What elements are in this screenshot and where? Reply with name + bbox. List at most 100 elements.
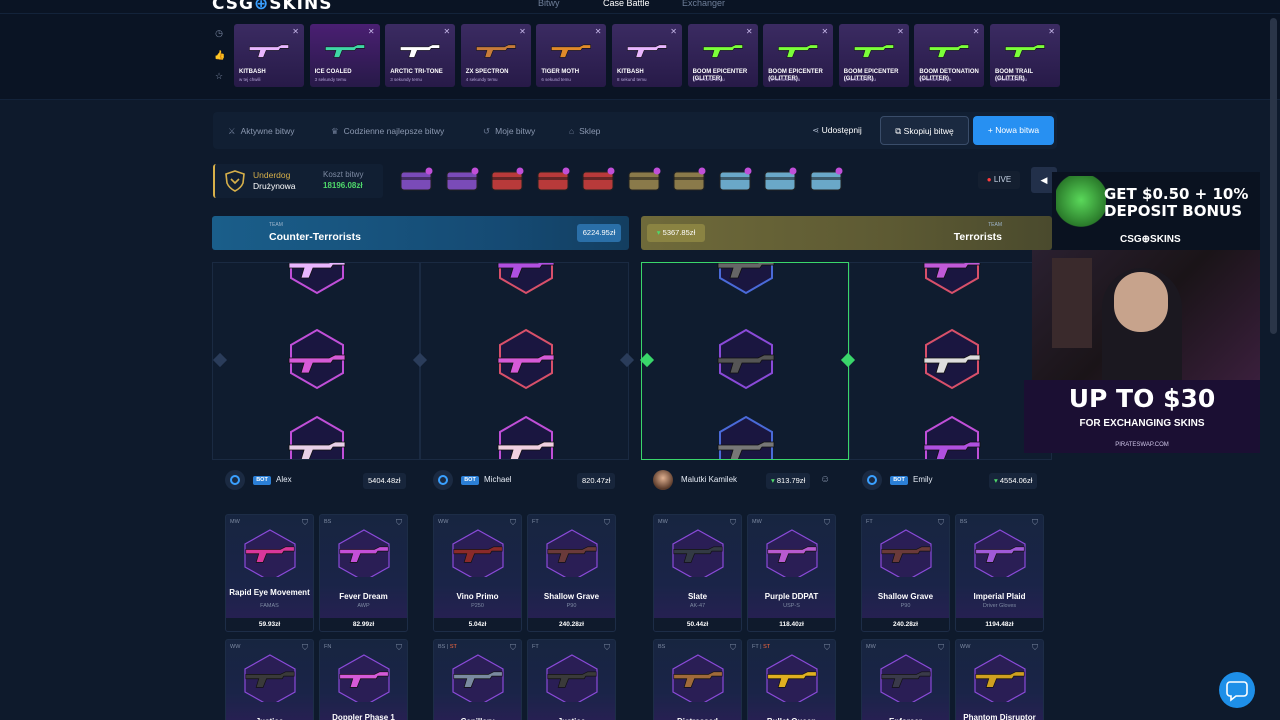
close-icon[interactable]: ✕	[897, 27, 904, 36]
item-image	[970, 652, 1030, 707]
close-icon[interactable]: ✕	[595, 27, 602, 36]
feed-card[interactable]: ✕ BOOM EPICENTER (GLITTER) 10 sekund temu	[763, 24, 834, 87]
case-icon[interactable]	[398, 166, 434, 194]
promo-deposit-banner[interactable]: GET $0.50 + 10% DEPOSIT BONUS CSG⊕SKINS	[1052, 172, 1260, 250]
item-price: 5.04zł	[434, 618, 521, 631]
feed-card[interactable]: ✕ KITBASH w tej chwili	[234, 24, 304, 87]
clock-icon[interactable]: ◷	[214, 28, 224, 38]
page-scrollbar[interactable]	[1270, 18, 1277, 334]
shield-icon: ⛉	[604, 518, 610, 527]
background-decor	[1052, 258, 1092, 348]
item-weapon-image	[878, 539, 934, 567]
battle-cost-label: Koszt bitwy	[323, 170, 364, 179]
player-name: Malutki Kamilek	[681, 475, 738, 484]
case-icon[interactable]	[717, 166, 753, 194]
feed-item-time: 6 sekund temu	[541, 77, 571, 82]
star-icon[interactable]: ☆	[214, 71, 224, 81]
item-condition: WW	[230, 644, 241, 650]
close-icon[interactable]: ✕	[821, 27, 828, 36]
case-icon[interactable]	[444, 166, 480, 194]
item-card[interactable]: MW ⛉ Purple DDPAT USP-S 118.40zł	[747, 514, 836, 632]
nav-case-battle[interactable]: Case Battle	[603, 0, 650, 8]
nav-exchanger[interactable]: Exchanger	[682, 0, 725, 8]
item-condition: BS	[658, 644, 666, 650]
close-icon[interactable]: ✕	[443, 27, 450, 36]
feed-card[interactable]: ✕ BOOM TRAIL (GLITTER) 10 sekund temu	[990, 24, 1060, 87]
item-card[interactable]: FT ⛉ Shallow Grave P90 240.28zł	[527, 514, 616, 632]
share-icon: ⋖	[812, 125, 822, 135]
feed-card[interactable]: ✕ TIGER MOTH 6 sekund temu	[536, 24, 607, 87]
reel-weapon-image	[920, 346, 984, 376]
case-icon[interactable]	[580, 166, 616, 194]
close-icon[interactable]: ✕	[746, 27, 753, 36]
smile-icon[interactable]: ☺	[820, 474, 830, 485]
swords-icon: ⚔	[228, 126, 236, 136]
site-logo[interactable]: CSG⊕SKINS	[212, 0, 332, 14]
tab-active-battles[interactable]: ⚔ Aktywne bitwy	[228, 124, 294, 138]
case-icon[interactable]	[535, 166, 571, 194]
item-card[interactable]: WW ⛉ Phantom Disruptor	[955, 639, 1044, 720]
case-icon[interactable]	[762, 166, 798, 194]
player-bar: BOT Alex 5404.48zł	[225, 470, 423, 492]
item-condition: BS	[960, 519, 968, 525]
item-card[interactable]: WW ⛉ Vino Primo P250 5.04zł	[433, 514, 522, 632]
reel-weapon-image	[285, 433, 349, 459]
item-name: Shallow Grave	[543, 592, 600, 601]
item-card[interactable]: BS | ST⛉Capillary	[433, 639, 522, 720]
item-price: 240.28zł	[862, 618, 949, 631]
share-button[interactable]: ⋖ Udostępnij	[800, 116, 874, 145]
close-icon[interactable]: ✕	[519, 27, 526, 36]
item-card[interactable]: FT ⛉ Shallow Grave P90 240.28zł	[861, 514, 950, 632]
chat-button[interactable]	[1219, 672, 1255, 708]
close-icon[interactable]: ✕	[368, 27, 375, 36]
close-icon[interactable]: ✕	[292, 27, 299, 36]
item-card[interactable]: BS⛉Distressed	[653, 639, 742, 720]
new-battle-button[interactable]: + Nowa bitwa	[973, 116, 1054, 145]
tab-my-battles[interactable]: ↺ Moje bitwy	[483, 124, 535, 138]
case-icon[interactable]	[626, 166, 662, 194]
feed-item-time: 3 sekundy temu	[314, 77, 347, 82]
thumbs-up-icon[interactable]: 👍	[214, 50, 225, 60]
close-icon[interactable]: ✕	[973, 27, 980, 36]
shield-icon: ⛉	[730, 518, 736, 527]
feed-card[interactable]: ✕ ICE COALED 3 sekundy temu	[309, 24, 380, 87]
case-icon[interactable]	[808, 166, 844, 194]
feed-card[interactable]: ✕ BOOM EPICENTER (GLITTER) 10 sekund temu	[838, 24, 909, 87]
item-card[interactable]: MW ⛉ Slate AK-47 50.44zł	[653, 514, 742, 632]
item-condition: WW	[438, 519, 449, 525]
shield-icon: ⛉	[510, 643, 516, 652]
reel-weapon-image	[920, 263, 984, 281]
player-value: ▾ 813.79zł	[766, 473, 811, 489]
battle-mode: Underdog	[253, 170, 291, 180]
item-image	[334, 652, 394, 707]
feed-card[interactable]: ✕ BOOM EPICENTER (GLITTER) 10 sekund temu	[687, 24, 758, 87]
close-icon[interactable]: ✕	[1048, 27, 1055, 36]
item-card[interactable]: FT⛉Justice	[527, 639, 616, 720]
nav-bitwy[interactable]: Bitwy	[538, 0, 560, 8]
tab-daily-best[interactable]: ♛ Codzienne najlepsze bitwy	[331, 124, 444, 138]
tab-shop[interactable]: ⌂ Sklep	[569, 124, 600, 138]
item-card[interactable]: MW ⛉ Rapid Eye Movement FAMAS 59.93zł	[225, 514, 314, 632]
case-icon[interactable]	[489, 166, 525, 194]
close-icon[interactable]: ✕	[670, 27, 677, 36]
feed-card[interactable]: ✕ ZX SPECTRON 4 sekundy temu	[460, 24, 531, 87]
feed-card[interactable]: ✕ BOOM DETONATION (GLITTER) 10 sekund temu	[914, 24, 985, 87]
feed-card[interactable]: ✕ ARCTIC TRI-TONE 3 sekundy temu	[385, 24, 456, 87]
feed-card[interactable]: ✕ KITBASH 8 sekund temu	[612, 24, 682, 87]
item-card[interactable]: MW⛉Enforcer	[861, 639, 950, 720]
item-card[interactable]: FT | ST⛉Bullet Queen	[747, 639, 836, 720]
item-image	[876, 652, 936, 707]
shield-icon: ⛉	[302, 643, 308, 652]
copy-battle-button[interactable]: ⧉ Skopiuj bitwę	[880, 116, 969, 145]
case-icon[interactable]	[671, 166, 707, 194]
item-card[interactable]: WW⛉Justice	[225, 639, 314, 720]
promo-exchange-banner[interactable]: UP TO $30 FOR EXCHANGING SKINS PIRATESWA…	[1024, 380, 1260, 453]
reel-weapon-image	[494, 263, 558, 281]
feed-weapon-image	[324, 38, 366, 60]
item-card[interactable]: FN ⛉ Doppler Phase 1	[319, 639, 408, 720]
streamer-face	[1114, 272, 1168, 332]
team-ct-header: TEAM Counter-Terrorists	[212, 216, 629, 250]
player-value: 820.47zł	[577, 473, 616, 489]
item-card[interactable]: BS ⛉ Fever Dream AWP 82.99zł	[319, 514, 408, 632]
item-card[interactable]: BS ⛉ Imperial Plaid Driver Gloves 1194.48zł	[955, 514, 1044, 632]
